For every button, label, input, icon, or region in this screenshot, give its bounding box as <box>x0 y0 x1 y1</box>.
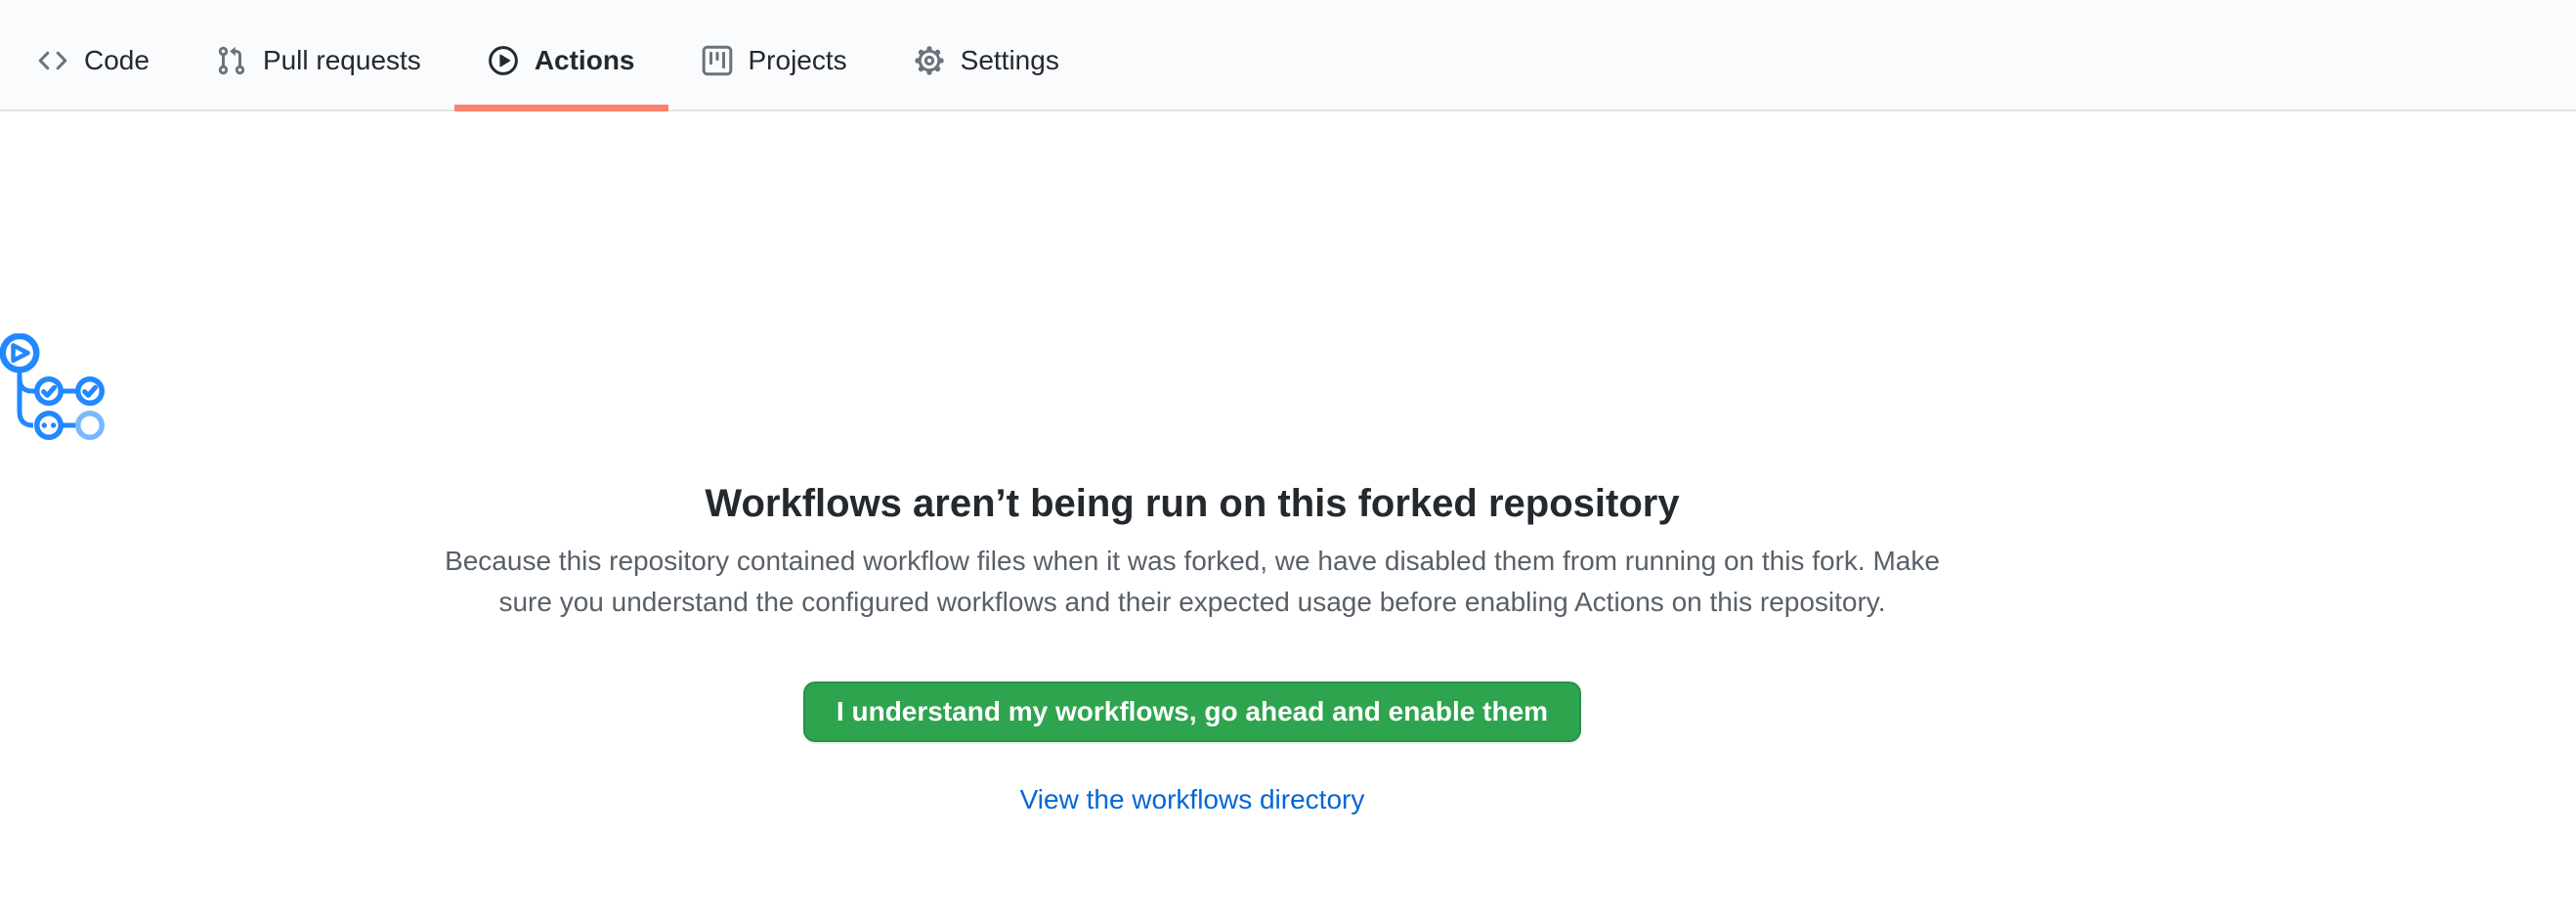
tab-pull-requests-label: Pull requests <box>263 45 421 76</box>
repo-tab-nav: Code Pull requests Actions <box>0 0 2576 111</box>
tab-projects[interactable]: Projects <box>668 12 880 110</box>
code-icon <box>37 45 68 76</box>
actions-blankslate: Workflows aren’t being run on this forke… <box>0 333 2384 820</box>
tab-code[interactable]: Code <box>4 12 183 110</box>
description-line-1: Because this repository contained workfl… <box>0 541 2384 582</box>
tab-settings[interactable]: Settings <box>880 12 1093 110</box>
project-icon <box>702 45 733 76</box>
play-icon <box>488 45 519 76</box>
enable-workflows-button[interactable]: I understand my workflows, go ahead and … <box>803 681 1581 742</box>
view-workflows-directory-link[interactable]: View the workflows directory <box>1020 784 1365 814</box>
tab-actions-label: Actions <box>535 45 635 76</box>
page-title: Workflows aren’t being run on this forke… <box>0 474 2384 533</box>
tab-actions[interactable]: Actions <box>454 12 668 110</box>
workflows-link-row: View the workflows directory <box>0 779 2384 820</box>
workflow-icon <box>0 333 106 443</box>
gear-icon <box>914 45 945 76</box>
pull-request-icon <box>216 45 247 76</box>
enable-button-row: I understand my workflows, go ahead and … <box>0 681 2384 742</box>
tab-code-label: Code <box>84 45 150 76</box>
description: Because this repository contained workfl… <box>0 541 2384 623</box>
tab-pull-requests[interactable]: Pull requests <box>183 12 454 110</box>
tab-settings-label: Settings <box>961 45 1059 76</box>
tab-projects-label: Projects <box>749 45 847 76</box>
description-line-2: sure you understand the configured workf… <box>0 582 2384 623</box>
